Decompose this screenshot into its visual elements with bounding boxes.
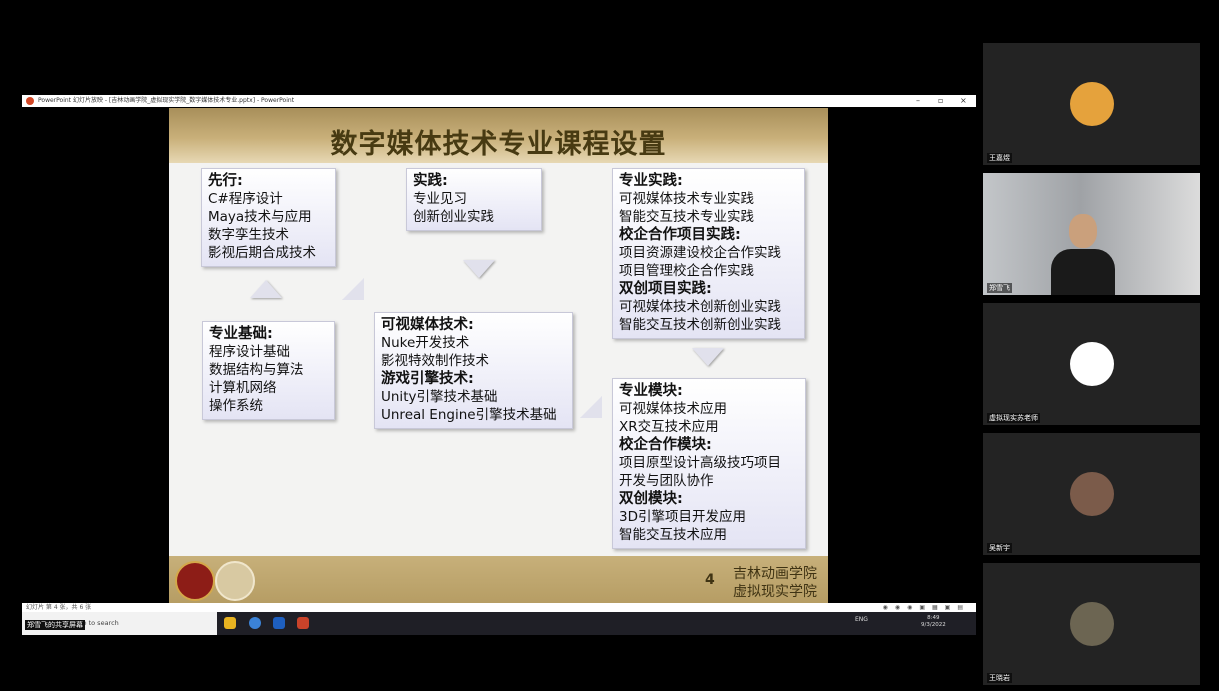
foundation-heading: 专业基础: — [209, 326, 273, 342]
foundation-item: 数据结构与算法 — [209, 362, 304, 378]
practice-box: 实践: 专业见习 创新创业实践 — [406, 168, 542, 231]
participant-tile[interactable]: 吴新宇 — [983, 433, 1200, 555]
participant-name: 王嘉煜 — [987, 153, 1012, 163]
taskbar-clock[interactable]: 8:49 9/3/2022 — [921, 615, 946, 629]
core-box: 可视媒体技术: Nuke开发技术 影视特效制作技术 游戏引擎技术: Unity引… — [374, 312, 573, 429]
window-titlebar: PowerPoint 幻灯片放映 - [吉林动画学院_虚拟现实学院_数字媒体技术… — [22, 95, 976, 107]
practice-heading: 实践: — [413, 173, 448, 189]
innov-module-heading: 双创模块: — [619, 491, 683, 507]
prereq-item: 数字孪生技术 — [208, 227, 289, 243]
ppt-statusbar: 幻灯片 第 4 张，共 6 张 ◉◉◉▣▦▣▤ — [22, 603, 976, 612]
meeting-app-icon[interactable] — [273, 617, 285, 629]
innov-practice-item: 智能交互技术创新创业实践 — [619, 317, 781, 333]
professional-practice-box: 专业实践: 可视媒体技术专业实践 智能交互技术专业实践 校企合作项目实践: 项目… — [612, 168, 805, 339]
avatar — [1070, 602, 1114, 646]
prof-module-heading: 专业模块: — [619, 383, 683, 399]
clock-time: 8:49 — [927, 615, 940, 621]
slide-page-number: 4 — [705, 572, 715, 588]
prof-module-item: 可视媒体技术应用 — [619, 401, 727, 417]
coop-module-heading: 校企合作模块: — [619, 437, 712, 453]
slide-counter: 幻灯片 第 4 张，共 6 张 — [26, 604, 92, 611]
participant-tile[interactable]: 王晓岩 — [983, 563, 1200, 685]
school-name-line1: 吉林动画学院 — [733, 566, 817, 582]
foundation-item: 计算机网络 — [209, 380, 277, 396]
maximize-button[interactable]: ▫ — [938, 95, 943, 107]
game-engine-heading: 游戏引擎技术: — [381, 371, 474, 387]
coop-module-item: 项目原型设计高级技巧项目 — [619, 455, 781, 471]
foundation-item: 操作系统 — [209, 398, 263, 414]
school-name-line2: 虚拟现实学院 — [733, 584, 817, 600]
avatar — [1070, 342, 1114, 386]
view-controls-icon[interactable]: ◉◉◉▣▦▣▤ — [883, 603, 970, 612]
participant-name: 郑雪飞 — [987, 283, 1012, 293]
prereq-item: 影视后期合成技术 — [208, 245, 316, 261]
prof-practice-heading: 专业实践: — [619, 173, 683, 189]
prereq-heading: 先行: — [208, 173, 243, 189]
avatar — [1070, 82, 1114, 126]
arrow-diagonal-icon — [342, 278, 364, 300]
avatar — [1069, 214, 1097, 248]
prof-practice-item: 可视媒体技术专业实践 — [619, 191, 754, 207]
participant-tile[interactable]: 虚拟现实苏老师 — [983, 303, 1200, 425]
participant-name: 王晓岩 — [987, 673, 1012, 683]
speaker-body — [1051, 249, 1115, 295]
modules-box: 专业模块: 可视媒体技术应用 XR交互技术应用 校企合作模块: 项目原型设计高级… — [612, 378, 806, 549]
game-engine-item: Unreal Engine引擎技术基础 — [381, 407, 557, 423]
prereq-item: C#程序设计 — [208, 191, 283, 207]
tray-lang[interactable]: ENG — [855, 616, 868, 623]
prof-practice-item: 智能交互技术专业实践 — [619, 209, 754, 225]
coop-practice-item: 项目资源建设校企合作实践 — [619, 245, 781, 261]
practice-item: 创新创业实践 — [413, 209, 494, 225]
arrow-up-icon — [250, 280, 282, 298]
coop-practice-item: 项目管理校企合作实践 — [619, 263, 754, 279]
foundation-box: 专业基础: 程序设计基础 数据结构与算法 计算机网络 操作系统 — [202, 321, 335, 420]
file-explorer-icon[interactable] — [224, 617, 236, 629]
participant-name: 虚拟现实苏老师 — [987, 413, 1040, 423]
prereq-item: Maya技术与应用 — [208, 209, 312, 225]
innov-module-item: 3D引擎项目开发应用 — [619, 509, 746, 525]
shared-screen: PowerPoint 幻灯片放映 - [吉林动画学院_虚拟现实学院_数字媒体技术… — [22, 95, 976, 635]
powerpoint-taskbar-icon[interactable] — [297, 617, 309, 629]
chrome-icon[interactable] — [249, 617, 261, 629]
prof-module-item: XR交互技术应用 — [619, 419, 719, 435]
participant-tile-active[interactable]: 郑雪飞 — [983, 173, 1200, 295]
slide-title: 数字媒体技术专业课程设置 — [330, 129, 667, 160]
foundation-item: 程序设计基础 — [209, 344, 290, 360]
arrow-down-icon — [463, 260, 495, 278]
coop-module-item: 开发与团队协作 — [619, 473, 714, 489]
minimize-button[interactable]: – — [916, 95, 920, 107]
game-engine-item: Unity引擎技术基础 — [381, 389, 498, 405]
visual-media-item: Nuke开发技术 — [381, 335, 470, 351]
visual-media-heading: 可视媒体技术: — [381, 317, 474, 333]
college-logo-icon — [215, 561, 255, 601]
windows-taskbar: ere to search 郑雪飞的共享屏幕 ENG 8:49 9/3/2022 — [22, 612, 976, 635]
innov-module-item: 智能交互技术应用 — [619, 527, 727, 543]
slide: 数字媒体技术专业课程设置 先行: C#程序设计 Maya技术与应用 数字孪生技术… — [169, 108, 828, 603]
innov-practice-heading: 双创项目实践: — [619, 281, 712, 297]
participant-name: 吴新宇 — [987, 543, 1012, 553]
avatar — [1070, 472, 1114, 516]
powerpoint-icon — [26, 97, 34, 105]
school-seal-icon — [175, 561, 215, 601]
innov-practice-item: 可视媒体技术创新创业实践 — [619, 299, 781, 315]
sharing-label: 郑雪飞的共享屏幕 — [25, 620, 85, 630]
participant-tile[interactable]: 王嘉煜 — [983, 43, 1200, 165]
arrow-diagonal-icon — [580, 396, 602, 418]
coop-practice-heading: 校企合作项目实践: — [619, 227, 741, 243]
close-button[interactable]: × — [960, 95, 967, 107]
prereq-box: 先行: C#程序设计 Maya技术与应用 数字孪生技术 影视后期合成技术 — [201, 168, 336, 267]
practice-item: 专业见习 — [413, 191, 467, 207]
visual-media-item: 影视特效制作技术 — [381, 353, 489, 369]
window-title: PowerPoint 幻灯片放映 - [吉林动画学院_虚拟现实学院_数字媒体技术… — [38, 97, 295, 104]
slide-footer — [169, 556, 828, 603]
clock-date: 9/3/2022 — [921, 622, 946, 628]
arrow-down-icon — [692, 348, 724, 366]
